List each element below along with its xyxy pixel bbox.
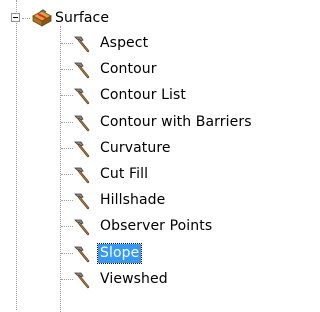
tool-item-observer-points[interactable]: Observer Points [0,214,287,240]
tool-label: Contour [100,61,157,78]
tool-item-contour-with-barriers[interactable]: Contour with Barriers [0,110,287,136]
tool-item-hillshade[interactable]: Hillshade [0,188,287,214]
tool-label: Observer Points [100,218,213,235]
tool-label: Curvature [100,139,171,156]
tool-item-viewshed[interactable]: Viewshed [0,267,287,293]
hammer-tool-icon [74,167,90,184]
tool-item-contour[interactable]: Contour [0,57,287,83]
tool-label: Contour List [100,87,187,104]
tool-item-contour-list[interactable]: Contour List [0,83,287,109]
tool-label: Viewshed [100,270,168,287]
tool-label: Slope [96,242,143,264]
collapse-icon[interactable] [11,13,20,22]
hammer-tool-icon [74,115,90,131]
tool-label: Aspect [100,35,149,51]
hammer-tool-icon [74,219,90,236]
hammer-tool-icon [74,141,90,157]
tool-item-aspect[interactable]: Aspect [0,31,287,57]
tool-label: Contour with Barriers [100,113,252,130]
toolbox-tree[interactable]: Surface Aspect Contour Contour List Cont… [0,0,287,312]
hammer-tool-icon [74,193,90,210]
hammer-tool-icon [74,246,90,262]
hammer-tool-icon [74,36,90,53]
hammer-tool-icon [74,272,90,288]
hammer-tool-icon [74,62,90,79]
tool-item-curvature[interactable]: Curvature [0,136,287,162]
tool-item-cut-fill[interactable]: Cut Fill [0,162,287,188]
toolset-surface[interactable]: Surface [0,6,287,32]
tool-label: Hillshade [100,192,166,209]
toolset-label: Surface [55,10,110,26]
tool-item-slope[interactable]: Slope [0,241,287,267]
hammer-tool-icon [74,88,90,105]
toolbox-icon [32,9,52,27]
tree-connector [22,18,30,19]
tool-label: Cut Fill [100,166,149,182]
